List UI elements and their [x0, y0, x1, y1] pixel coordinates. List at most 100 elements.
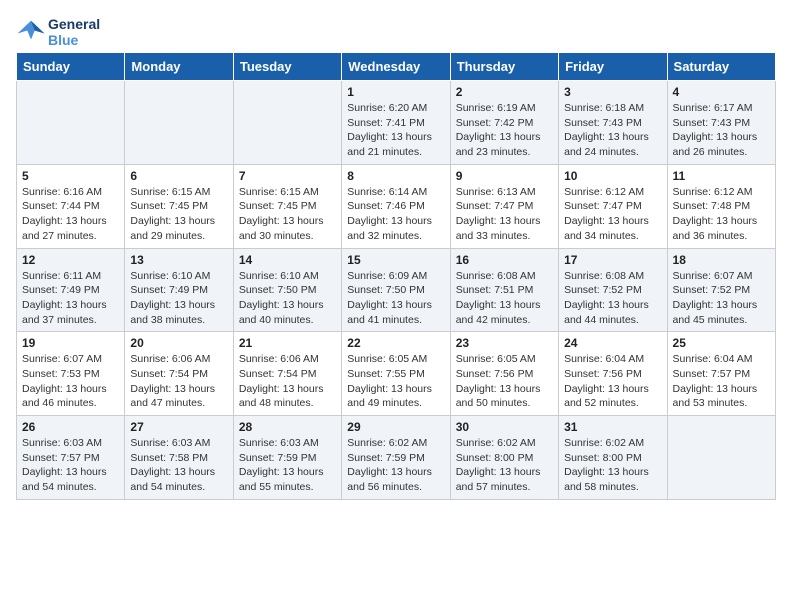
day-info: Sunrise: 6:12 AMSunset: 7:47 PMDaylight:… [564, 185, 661, 244]
calendar-cell: 29 Sunrise: 6:02 AMSunset: 7:59 PMDayligh… [342, 416, 450, 500]
day-number: 24 [564, 336, 661, 350]
day-number: 22 [347, 336, 444, 350]
day-info: Sunrise: 6:03 AMSunset: 7:57 PMDaylight:… [22, 436, 119, 495]
day-number: 17 [564, 253, 661, 267]
calendar-cell [233, 81, 341, 165]
calendar-cell: 23Sunrise: 6:05 AMSunset: 7:56 PMDayligh… [450, 332, 558, 416]
day-info: Sunrise: 6:15 AMSunset: 7:45 PMDaylight:… [239, 185, 336, 244]
day-number: 29 [347, 420, 444, 434]
calendar-cell: 5 Sunrise: 6:16 AMSunset: 7:44 PMDaylight… [17, 164, 125, 248]
day-number: 4 [673, 85, 770, 99]
day-number: 30 [456, 420, 553, 434]
calendar-cell: 24 Sunrise: 6:04 AMSunset: 7:56 PMDayligh… [559, 332, 667, 416]
day-number: 16 [456, 253, 553, 267]
calendar-cell: 16 Sunrise: 6:08 AMSunset: 7:51 PMDayligh… [450, 248, 558, 332]
day-info: Sunrise: 6:14 AMSunset: 7:46 PMDaylight:… [347, 185, 444, 244]
day-number: 20 [130, 336, 227, 350]
day-number: 21 [239, 336, 336, 350]
calendar-cell: 25 Sunrise: 6:04 AMSunset: 7:57 PMDayligh… [667, 332, 775, 416]
day-info: Sunrise: 6:04 AMSunset: 7:56 PMDaylight:… [564, 352, 661, 411]
calendar-cell: 30 Sunrise: 6:02 AMSunset: 8:00 PMDayligh… [450, 416, 558, 500]
day-info: Sunrise: 6:09 AMSunset: 7:50 PMDaylight:… [347, 269, 444, 328]
week-row-3: 12Sunrise: 6:11 AMSunset: 7:49 PMDayligh… [17, 248, 776, 332]
day-info: Sunrise: 6:13 AMSunset: 7:47 PMDaylight:… [456, 185, 553, 244]
day-number: 25 [673, 336, 770, 350]
week-row-5: 26Sunrise: 6:03 AMSunset: 7:57 PMDayligh… [17, 416, 776, 500]
calendar-cell: 11 Sunrise: 6:12 AMSunset: 7:48 PMDayligh… [667, 164, 775, 248]
weekday-header-thursday: Thursday [450, 53, 558, 81]
day-info: Sunrise: 6:16 AMSunset: 7:44 PMDaylight:… [22, 185, 119, 244]
day-info: Sunrise: 6:06 AMSunset: 7:54 PMDaylight:… [239, 352, 336, 411]
day-number: 11 [673, 169, 770, 183]
week-row-2: 5 Sunrise: 6:16 AMSunset: 7:44 PMDaylight… [17, 164, 776, 248]
day-number: 7 [239, 169, 336, 183]
calendar-cell: 21 Sunrise: 6:06 AMSunset: 7:54 PMDayligh… [233, 332, 341, 416]
day-info: Sunrise: 6:05 AMSunset: 7:56 PMDaylight:… [456, 352, 553, 411]
calendar-cell: 2Sunrise: 6:19 AMSunset: 7:42 PMDaylight… [450, 81, 558, 165]
day-info: Sunrise: 6:03 AMSunset: 7:59 PMDaylight:… [239, 436, 336, 495]
day-info: Sunrise: 6:19 AMSunset: 7:42 PMDaylight:… [456, 101, 553, 160]
calendar-cell: 8 Sunrise: 6:14 AMSunset: 7:46 PMDaylight… [342, 164, 450, 248]
logo-text-line1: General [48, 16, 100, 32]
day-number: 6 [130, 169, 227, 183]
day-number: 5 [22, 169, 119, 183]
calendar-cell: 7 Sunrise: 6:15 AMSunset: 7:45 PMDaylight… [233, 164, 341, 248]
day-info: Sunrise: 6:10 AMSunset: 7:49 PMDaylight:… [130, 269, 227, 328]
weekday-header-sunday: Sunday [17, 53, 125, 81]
calendar-cell: 15 Sunrise: 6:09 AMSunset: 7:50 PMDayligh… [342, 248, 450, 332]
day-number: 1 [347, 85, 444, 99]
day-info: Sunrise: 6:11 AMSunset: 7:49 PMDaylight:… [22, 269, 119, 328]
day-info: Sunrise: 6:20 AMSunset: 7:41 PMDaylight:… [347, 101, 444, 160]
day-number: 18 [673, 253, 770, 267]
week-row-1: 1 Sunrise: 6:20 AMSunset: 7:41 PMDaylight… [17, 81, 776, 165]
weekday-header-monday: Monday [125, 53, 233, 81]
calendar-cell [125, 81, 233, 165]
weekday-header-saturday: Saturday [667, 53, 775, 81]
weekday-header-tuesday: Tuesday [233, 53, 341, 81]
day-info: Sunrise: 6:05 AMSunset: 7:55 PMDaylight:… [347, 352, 444, 411]
calendar-table: SundayMondayTuesdayWednesdayThursdayFrid… [16, 52, 776, 500]
weekday-header-row: SundayMondayTuesdayWednesdayThursdayFrid… [17, 53, 776, 81]
day-info: Sunrise: 6:02 AMSunset: 8:00 PMDaylight:… [564, 436, 661, 495]
logo-text-line2: Blue [48, 32, 100, 48]
calendar-cell: 1 Sunrise: 6:20 AMSunset: 7:41 PMDaylight… [342, 81, 450, 165]
day-info: Sunrise: 6:17 AMSunset: 7:43 PMDaylight:… [673, 101, 770, 160]
day-number: 9 [456, 169, 553, 183]
day-number: 15 [347, 253, 444, 267]
calendar-cell: 10 Sunrise: 6:12 AMSunset: 7:47 PMDayligh… [559, 164, 667, 248]
day-info: Sunrise: 6:15 AMSunset: 7:45 PMDaylight:… [130, 185, 227, 244]
calendar-cell: 6 Sunrise: 6:15 AMSunset: 7:45 PMDaylight… [125, 164, 233, 248]
calendar-cell: 28 Sunrise: 6:03 AMSunset: 7:59 PMDayligh… [233, 416, 341, 500]
day-info: Sunrise: 6:02 AMSunset: 8:00 PMDaylight:… [456, 436, 553, 495]
calendar-cell: 27 Sunrise: 6:03 AMSunset: 7:58 PMDayligh… [125, 416, 233, 500]
day-number: 28 [239, 420, 336, 434]
day-info: Sunrise: 6:12 AMSunset: 7:48 PMDaylight:… [673, 185, 770, 244]
day-number: 27 [130, 420, 227, 434]
calendar-cell: 20 Sunrise: 6:06 AMSunset: 7:54 PMDayligh… [125, 332, 233, 416]
page-header: General Blue [16, 16, 776, 48]
logo: General Blue [16, 16, 100, 48]
calendar-cell: 13 Sunrise: 6:10 AMSunset: 7:49 PMDayligh… [125, 248, 233, 332]
day-info: Sunrise: 6:07 AMSunset: 7:53 PMDaylight:… [22, 352, 119, 411]
day-info: Sunrise: 6:04 AMSunset: 7:57 PMDaylight:… [673, 352, 770, 411]
calendar-cell: 9 Sunrise: 6:13 AMSunset: 7:47 PMDaylight… [450, 164, 558, 248]
day-number: 13 [130, 253, 227, 267]
day-info: Sunrise: 6:18 AMSunset: 7:43 PMDaylight:… [564, 101, 661, 160]
day-number: 8 [347, 169, 444, 183]
day-info: Sunrise: 6:02 AMSunset: 7:59 PMDaylight:… [347, 436, 444, 495]
calendar-cell: 14 Sunrise: 6:10 AMSunset: 7:50 PMDayligh… [233, 248, 341, 332]
day-number: 10 [564, 169, 661, 183]
day-info: Sunrise: 6:07 AMSunset: 7:52 PMDaylight:… [673, 269, 770, 328]
day-info: Sunrise: 6:10 AMSunset: 7:50 PMDaylight:… [239, 269, 336, 328]
calendar-cell: 3 Sunrise: 6:18 AMSunset: 7:43 PMDaylight… [559, 81, 667, 165]
calendar-cell [667, 416, 775, 500]
day-info: Sunrise: 6:06 AMSunset: 7:54 PMDaylight:… [130, 352, 227, 411]
day-info: Sunrise: 6:03 AMSunset: 7:58 PMDaylight:… [130, 436, 227, 495]
calendar-cell: 22 Sunrise: 6:05 AMSunset: 7:55 PMDayligh… [342, 332, 450, 416]
weekday-header-friday: Friday [559, 53, 667, 81]
calendar-cell: 18 Sunrise: 6:07 AMSunset: 7:52 PMDayligh… [667, 248, 775, 332]
day-number: 3 [564, 85, 661, 99]
day-info: Sunrise: 6:08 AMSunset: 7:51 PMDaylight:… [456, 269, 553, 328]
day-number: 31 [564, 420, 661, 434]
day-number: 14 [239, 253, 336, 267]
